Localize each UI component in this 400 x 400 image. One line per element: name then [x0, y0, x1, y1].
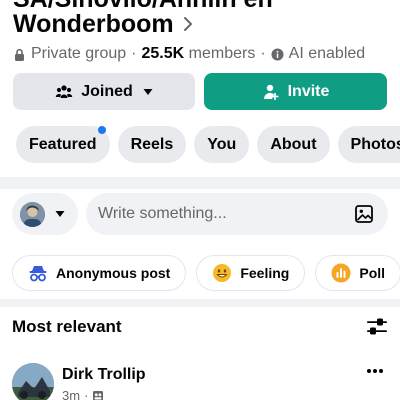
add-person-icon — [263, 84, 279, 100]
caret-down-icon — [55, 211, 65, 217]
info-circle-icon — [271, 48, 284, 60]
feed-header: Most relevant — [12, 316, 388, 338]
tab-you[interactable]: You — [194, 126, 250, 163]
joined-label: Joined — [81, 82, 133, 100]
group-title-continued[interactable]: Wonderboom — [13, 11, 194, 37]
separator: · — [84, 388, 89, 400]
invite-button[interactable]: Invite — [204, 73, 387, 110]
composer-placeholder: Write something... — [98, 205, 227, 222]
smiley-icon — [213, 264, 232, 282]
chip-label: Anonymous post — [56, 265, 171, 281]
group-header: SA/Sinovilo/Anniin en Wonderboom Private… — [0, 0, 400, 72]
separator: · — [260, 45, 266, 62]
chip-label: Poll — [359, 265, 386, 281]
post-type-chips: Anonymous post Feeling Poll — [12, 255, 400, 291]
poll-icon — [331, 263, 351, 283]
tab-label: Photos — [350, 135, 400, 153]
caret-down-icon — [143, 88, 153, 95]
author-avatar[interactable] — [12, 363, 54, 400]
tab-about[interactable]: About — [257, 126, 330, 163]
post-header: Dirk Trollip 3m · — [12, 360, 388, 400]
group-people-icon — [56, 84, 73, 98]
tab-featured[interactable]: Featured — [16, 126, 110, 163]
notification-dot — [97, 126, 106, 134]
tab-label: You — [207, 135, 237, 153]
tab-reels[interactable]: Reels — [117, 126, 187, 163]
privacy-label: Private group — [31, 45, 127, 62]
section-divider — [0, 299, 400, 307]
more-horizontal-icon[interactable] — [366, 368, 384, 374]
post-time[interactable]: 3m — [62, 388, 80, 400]
incognito-icon — [29, 266, 47, 282]
ai-status[interactable]: AI enabled — [289, 45, 366, 63]
tab-label: About — [270, 135, 317, 153]
members-label[interactable]: members — [189, 45, 256, 63]
lock-icon — [15, 48, 24, 61]
member-count[interactable]: 25.5K — [142, 45, 185, 63]
group-meta: Private group · 25.5K members · AI enabl… — [13, 44, 365, 64]
group-title-name[interactable]: Wonderboom — [13, 11, 174, 37]
write-something-input[interactable]: Write something... — [86, 193, 388, 235]
feeling-chip[interactable]: Feeling — [196, 255, 306, 291]
tab-photos[interactable]: Photos — [337, 126, 400, 163]
chip-label: Feeling — [240, 265, 290, 281]
post-author[interactable]: Dirk Trollip — [62, 366, 146, 384]
section-divider — [0, 177, 400, 189]
invite-label: Invite — [287, 82, 330, 100]
group-audience-icon — [93, 390, 104, 400]
anonymous-post-chip[interactable]: Anonymous post — [12, 255, 187, 291]
poll-chip[interactable]: Poll — [315, 255, 400, 291]
tab-label: Featured — [29, 135, 97, 153]
profile-switcher[interactable] — [12, 193, 78, 235]
chevron-right-icon[interactable] — [182, 16, 194, 32]
photo-icon[interactable] — [354, 204, 374, 224]
avatar — [20, 201, 45, 227]
avatar-image — [20, 201, 45, 227]
post-meta: 3m · — [62, 388, 104, 400]
author-avatar-image — [12, 363, 54, 400]
joined-button[interactable]: Joined — [13, 73, 195, 110]
group-tabs: Featured Reels You About Photos — [16, 126, 400, 163]
post-composer: Write something... — [12, 193, 388, 235]
separator: · — [131, 45, 137, 62]
tab-label: Reels — [130, 135, 174, 153]
sliders-icon[interactable] — [366, 317, 388, 337]
group-actions: Joined Invite — [13, 73, 387, 110]
sort-label[interactable]: Most relevant — [12, 317, 122, 337]
